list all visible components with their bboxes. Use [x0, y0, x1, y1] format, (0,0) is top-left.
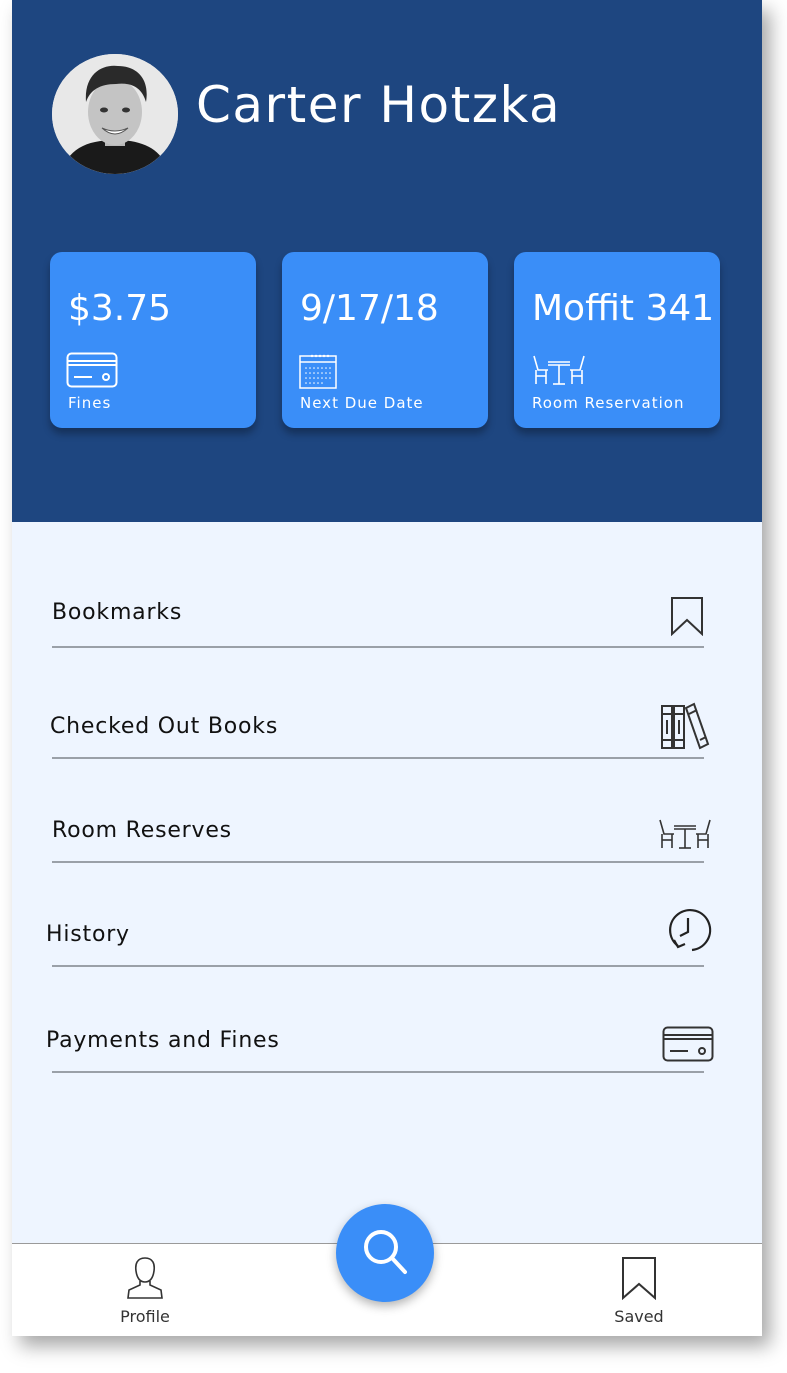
bookmark-icon	[670, 596, 704, 641]
room-reservation-value: Moffit 341	[532, 288, 715, 329]
divider	[52, 646, 704, 648]
divider	[52, 1071, 704, 1073]
menu-item-payments-and-fines[interactable]: Payments and Fines	[12, 1020, 762, 1076]
nav-profile-label: Profile	[120, 1307, 170, 1326]
history-clock-icon	[664, 906, 712, 961]
nav-saved-label: Saved	[614, 1307, 664, 1326]
nav-profile-button[interactable]: Profile	[105, 1254, 185, 1326]
menu-item-label: Bookmarks	[52, 600, 183, 625]
room-reservation-label: Room Reservation	[532, 394, 685, 412]
fines-card[interactable]: $3.75 Fines	[50, 252, 256, 428]
search-button[interactable]	[336, 1204, 434, 1302]
search-icon	[364, 1230, 407, 1274]
table-chairs-icon	[656, 816, 714, 855]
app-screen: Carter Hotzka $3.75 Fines 9/17/18 Next D…	[12, 0, 762, 1336]
menu-item-room-reserves[interactable]: Room Reserves	[12, 810, 762, 866]
menu-item-checked-out-books[interactable]: Checked Out Books	[12, 700, 762, 762]
due-date-label: Next Due Date	[300, 394, 424, 412]
books-icon	[660, 702, 712, 755]
profile-header: Carter Hotzka $3.75 Fines 9/17/18 Next D…	[12, 0, 762, 522]
avatar	[52, 54, 178, 174]
divider	[52, 965, 704, 967]
menu-item-label: Room Reserves	[52, 818, 232, 843]
fines-value: $3.75	[68, 288, 172, 329]
credit-card-icon	[66, 352, 118, 393]
due-date-value: 9/17/18	[300, 288, 439, 329]
table-chairs-icon	[530, 352, 588, 391]
due-date-card[interactable]: 9/17/18 Next Due Date	[282, 252, 488, 428]
calendar-icon	[298, 352, 338, 395]
fines-label: Fines	[68, 394, 112, 412]
nav-saved-button[interactable]: Saved	[599, 1254, 679, 1326]
divider	[52, 757, 704, 759]
user-name: Carter Hotzka	[196, 76, 562, 134]
divider	[52, 861, 704, 863]
menu-item-bookmarks[interactable]: Bookmarks	[12, 592, 762, 652]
credit-card-icon	[662, 1026, 714, 1067]
menu-item-label: Checked Out Books	[50, 714, 279, 739]
bookmark-icon	[619, 1257, 659, 1304]
room-reservation-card[interactable]: Moffit 341 Room Reservation	[514, 252, 720, 428]
menu-item-label: History	[46, 922, 130, 947]
menu-item-label: Payments and Fines	[46, 1028, 280, 1053]
menu-item-history[interactable]: History	[12, 906, 762, 970]
profile-icon	[125, 1257, 165, 1304]
